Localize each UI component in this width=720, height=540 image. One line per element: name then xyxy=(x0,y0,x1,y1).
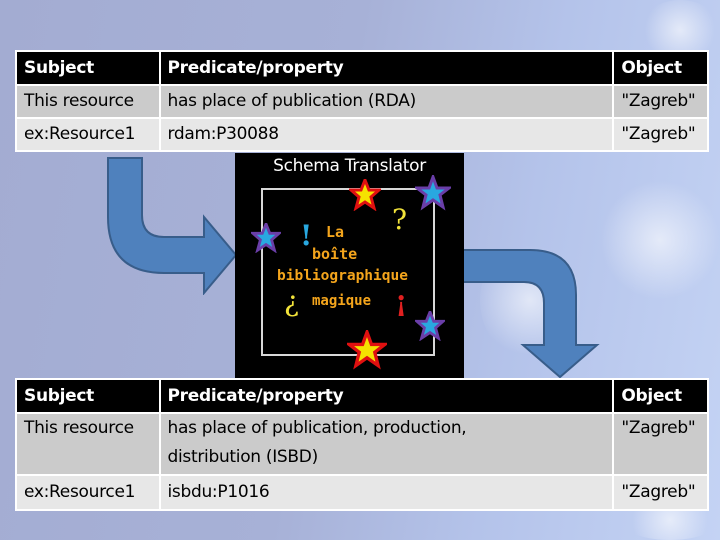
star-icon xyxy=(251,223,281,253)
header-object: Object xyxy=(612,50,709,86)
bent-arrow-down-icon xyxy=(462,249,600,379)
table-header-row: Subject Predicate/property Object xyxy=(15,378,709,414)
table-row: This resource has place of publication (… xyxy=(15,84,709,119)
source-triple-table: Subject Predicate/property Object This r… xyxy=(15,50,709,152)
cell-object: "Zagreb" xyxy=(612,84,709,119)
header-subject: Subject xyxy=(15,50,161,86)
table-row: This resource has place of publication, … xyxy=(15,412,709,476)
bent-arrow-right-icon xyxy=(107,157,238,295)
target-triple-table: Subject Predicate/property Object This r… xyxy=(15,378,709,511)
cell-predicate: has place of publication, production, di… xyxy=(158,412,615,476)
header-predicate: Predicate/property xyxy=(158,378,615,414)
header-predicate: Predicate/property xyxy=(158,50,615,86)
star-icon xyxy=(415,175,451,211)
header-object: Object xyxy=(612,378,709,414)
header-subject: Subject xyxy=(15,378,161,414)
logo-text-magique: magique xyxy=(312,293,372,309)
logo-text-la: La xyxy=(326,223,345,241)
cell-subject: This resource xyxy=(15,412,161,476)
table-row: ex:Resource1 isbdu:P1016 "Zagreb" xyxy=(15,474,709,511)
logo-text-bibliographique: bibliographique xyxy=(277,268,408,284)
table-header-row: Subject Predicate/property Object xyxy=(15,50,709,86)
translator-title: Schema Translator xyxy=(273,156,426,176)
star-icon xyxy=(347,330,387,370)
inverted-exclamation-mark: ¡ xyxy=(395,285,408,318)
cell-object: "Zagreb" xyxy=(612,117,709,152)
table-row: ex:Resource1 rdam:P30088 "Zagreb" xyxy=(15,117,709,152)
cell-predicate: has place of publication (RDA) xyxy=(158,84,615,119)
star-icon xyxy=(349,179,381,211)
exclamation-mark: ! xyxy=(300,219,313,252)
cell-object: "Zagreb" xyxy=(612,474,709,511)
cell-object: "Zagreb" xyxy=(612,412,709,476)
schema-translator-box: Schema Translator ! ? ¿ ¡ La boîte bibli… xyxy=(235,153,464,379)
logo-text-boite: boîte xyxy=(312,245,358,263)
cell-predicate: rdam:P30088 xyxy=(158,117,615,152)
star-icon xyxy=(415,311,445,341)
cell-subject: ex:Resource1 xyxy=(15,474,161,511)
cell-predicate: isbdu:P1016 xyxy=(158,474,615,511)
inverted-question-mark: ¿ xyxy=(284,285,300,318)
question-mark: ? xyxy=(392,203,408,236)
cell-subject: ex:Resource1 xyxy=(15,117,161,152)
cell-subject: This resource xyxy=(15,84,161,119)
